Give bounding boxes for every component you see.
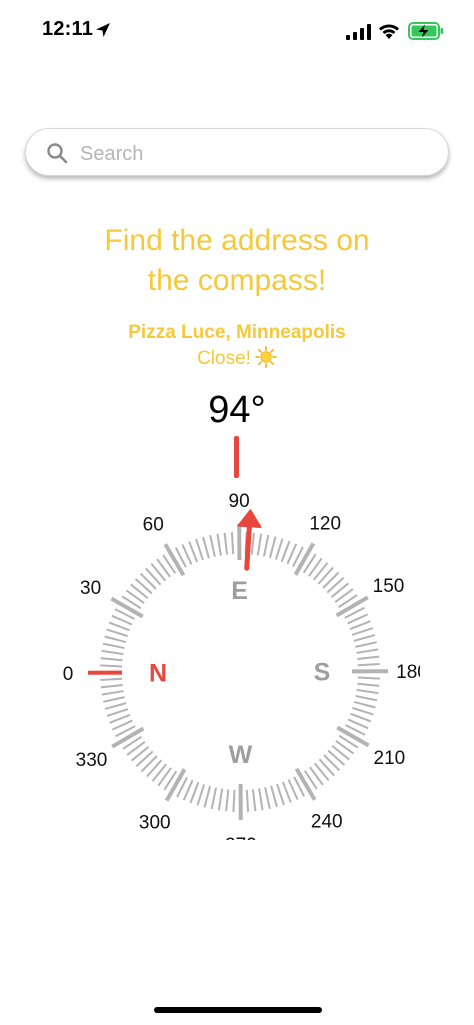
- compass-cardinal-labels: N E S W: [149, 577, 330, 769]
- heading-marker: [234, 436, 239, 478]
- compass-tick: [357, 662, 380, 667]
- cardinal-west: W: [229, 741, 253, 769]
- status-bar: 12:11: [0, 0, 474, 62]
- compass-tick: [108, 621, 130, 632]
- compass-tick: [100, 664, 123, 668]
- cardinal-south: S: [314, 659, 331, 687]
- compass-tick: [357, 676, 380, 680]
- compass-tick: [262, 534, 270, 557]
- headline-line-2: the compass!: [147, 264, 327, 297]
- compass-tick: [216, 533, 222, 556]
- compass-tick: [195, 538, 204, 561]
- degree-label-90: 90: [229, 491, 250, 512]
- degree-label-0: 0: [63, 664, 74, 685]
- compass-tick: [106, 628, 128, 638]
- compass-tick: [280, 540, 291, 562]
- target-address: Pizza Luce, Minneapolis: [128, 322, 346, 343]
- compass-tick: [274, 538, 284, 560]
- compass-tick: [209, 535, 216, 557]
- compass-tick: [100, 683, 123, 689]
- compass-tick: [351, 627, 374, 636]
- compass-tick: [101, 649, 124, 656]
- compass-tick: [100, 677, 123, 682]
- compass-tick: [250, 532, 255, 555]
- compass-tick: [264, 787, 271, 809]
- compass-tick: [270, 785, 278, 808]
- compass-dial: 0 30 60 90 120 150 180 210 240 270 300 330 N E S W: [63, 491, 420, 840]
- degree-label-300: 300: [139, 812, 171, 833]
- compass-tick: [103, 696, 125, 703]
- compass-tick: [223, 532, 229, 555]
- headline-line-1: Find the address on: [104, 224, 370, 257]
- degree-label-210: 210: [374, 748, 406, 769]
- sun-icon: [255, 346, 277, 368]
- status-time: 12:11: [42, 18, 94, 40]
- instruction-headline: Find the address on the compass!: [40, 221, 434, 301]
- degree-label-180: 180: [396, 662, 420, 683]
- compass-tick: [251, 789, 257, 812]
- location-arrow-icon: [96, 23, 110, 37]
- compass-tick: [106, 708, 129, 717]
- compass-tick: [188, 541, 199, 563]
- cellular-signal-icon: [346, 24, 371, 40]
- search-input[interactable]: [78, 138, 422, 170]
- compass-tick: [353, 700, 376, 709]
- compass-tick: [196, 784, 206, 806]
- compass-tick: [100, 657, 123, 662]
- proximity-text: Close!: [197, 348, 251, 369]
- degree-label-120: 120: [309, 514, 341, 535]
- compass-tick: [245, 789, 250, 812]
- compass-tick: [109, 713, 131, 724]
- compass-tick: [352, 706, 374, 716]
- compass-tick: [356, 688, 379, 695]
- compass-tick: [203, 785, 212, 808]
- wifi-icon: [379, 24, 399, 39]
- degree-label-150: 150: [373, 576, 405, 597]
- compass-tick: [189, 782, 200, 804]
- compass-tick: [104, 702, 127, 710]
- cardinal-east: E: [231, 577, 248, 605]
- compass-tick: [357, 655, 380, 661]
- compass-tick: [276, 783, 285, 806]
- degree-label-30: 30: [80, 578, 101, 599]
- compass-tick: [102, 642, 125, 650]
- compass-tick: [268, 536, 277, 559]
- compass-tick: [355, 694, 378, 702]
- degree-label-330: 330: [76, 750, 108, 771]
- search-bar[interactable]: [25, 128, 449, 176]
- compass-tick: [356, 648, 379, 654]
- compass-tick: [350, 712, 372, 723]
- compass-tick: [230, 532, 235, 555]
- home-indicator[interactable]: [154, 1007, 322, 1013]
- compass-tick: [217, 788, 224, 811]
- compass-tick: [357, 682, 380, 687]
- compass-tick: [349, 620, 371, 631]
- compass-tick: [355, 641, 377, 648]
- compass-tick: [202, 536, 210, 559]
- degree-label-270: 270: [225, 835, 257, 840]
- direction-pointer: [237, 509, 262, 571]
- compass-tick: [258, 788, 264, 811]
- degree-label-60: 60: [143, 514, 164, 535]
- pointer-arrowhead: [237, 509, 262, 529]
- heading-degrees: 94°: [208, 389, 266, 431]
- search-icon: [47, 143, 68, 164]
- compass-tick: [232, 789, 236, 812]
- cardinal-north: N: [149, 659, 167, 687]
- degree-label-240: 240: [311, 812, 343, 833]
- compass-tick: [353, 634, 376, 642]
- pointer-shaft: [244, 523, 252, 571]
- compass-tick: [104, 635, 127, 644]
- battery-charging-icon: [408, 22, 443, 40]
- compass-tick: [281, 781, 292, 803]
- compass-tick: [225, 789, 230, 812]
- compass-tick: [210, 787, 218, 810]
- compass-ticks: [87, 523, 389, 821]
- compass-tick: [101, 690, 124, 696]
- proximity-status: Close!: [40, 346, 434, 372]
- compass-tick: [256, 533, 263, 556]
